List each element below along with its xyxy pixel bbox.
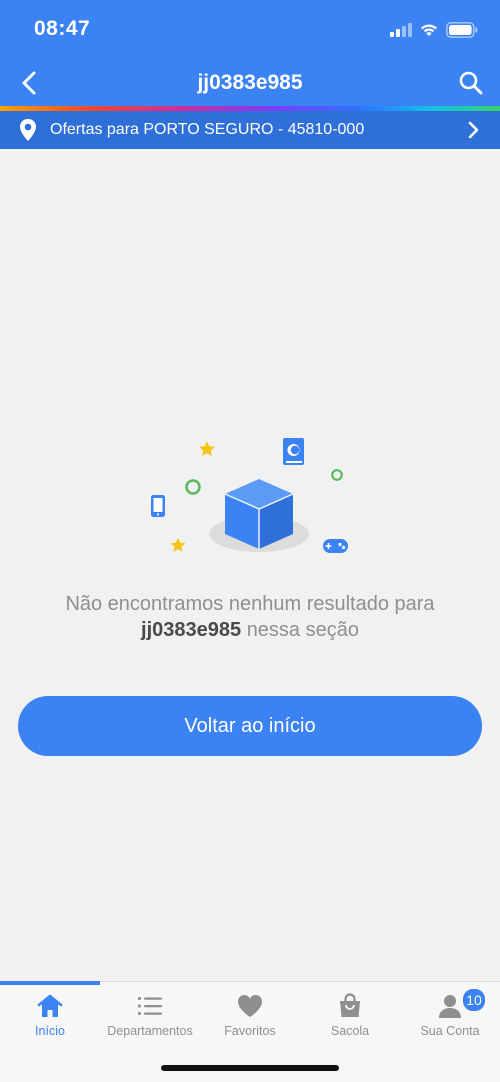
nav-item-sua-conta[interactable]: 10 Sua Conta	[400, 988, 500, 1046]
bag-icon	[340, 993, 360, 1017]
search-query: jj0383e985	[141, 619, 242, 641]
back-button[interactable]	[12, 66, 46, 100]
empty-message-suffix: nessa seção	[246, 619, 359, 641]
chevron-left-icon	[22, 71, 36, 95]
search-icon	[459, 71, 483, 95]
ring-icon	[331, 469, 343, 481]
nav-label: Departamentos	[107, 1024, 193, 1038]
screen: 08:47 jj0383e985 Ofertas para PORTO SEGU…	[0, 0, 500, 1082]
home-indicator	[161, 1065, 339, 1071]
home-icon	[37, 994, 63, 1017]
battery-icon	[446, 22, 478, 38]
status-time: 08:47	[34, 17, 91, 40]
nav-item-departamentos[interactable]: Departamentos	[100, 990, 200, 1046]
phone-icon	[151, 495, 165, 517]
location-text: Ofertas para PORTO SEGURO - 45810-000	[50, 121, 365, 138]
location-bar[interactable]: Ofertas para PORTO SEGURO - 45810-000	[0, 111, 500, 149]
page-title: jj0383e985	[197, 71, 303, 94]
signal-icon	[390, 23, 412, 37]
header: jj0383e985	[0, 58, 500, 108]
book-icon	[283, 438, 304, 465]
list-icon	[138, 997, 162, 1015]
nav-item-favoritos[interactable]: Favoritos	[200, 990, 300, 1046]
star-icon	[199, 441, 215, 456]
nav-label: Sacola	[330, 1024, 370, 1038]
location-pin-icon	[20, 119, 36, 141]
search-button[interactable]	[454, 66, 488, 100]
nav-label: Favoritos	[224, 1024, 276, 1038]
wifi-icon	[421, 24, 437, 36]
nav-label: Sua Conta	[420, 1024, 480, 1038]
empty-state-message: Não encontramos nenhum resultado para jj…	[20, 591, 480, 643]
notification-badge: 10	[462, 988, 486, 1012]
empty-message-prefix: Não encontramos nenhum resultado para	[65, 593, 435, 615]
user-icon	[439, 995, 461, 1018]
star-icon	[170, 538, 186, 552]
chevron-right-icon	[468, 121, 479, 139]
nav-label: Início	[35, 1024, 65, 1038]
heart-icon	[238, 995, 262, 1017]
back-to-home-button[interactable]: Voltar ao início	[18, 696, 482, 756]
empty-box-illustration	[151, 438, 348, 553]
active-tab-indicator	[0, 981, 100, 985]
nav-item-inicio[interactable]: Início	[0, 990, 100, 1046]
ring-icon	[185, 479, 201, 495]
status-icons	[390, 20, 478, 40]
gamepad-icon	[323, 539, 348, 553]
status-bar: 08:47	[0, 0, 500, 58]
nav-item-sacola[interactable]: Sacola	[300, 990, 400, 1046]
